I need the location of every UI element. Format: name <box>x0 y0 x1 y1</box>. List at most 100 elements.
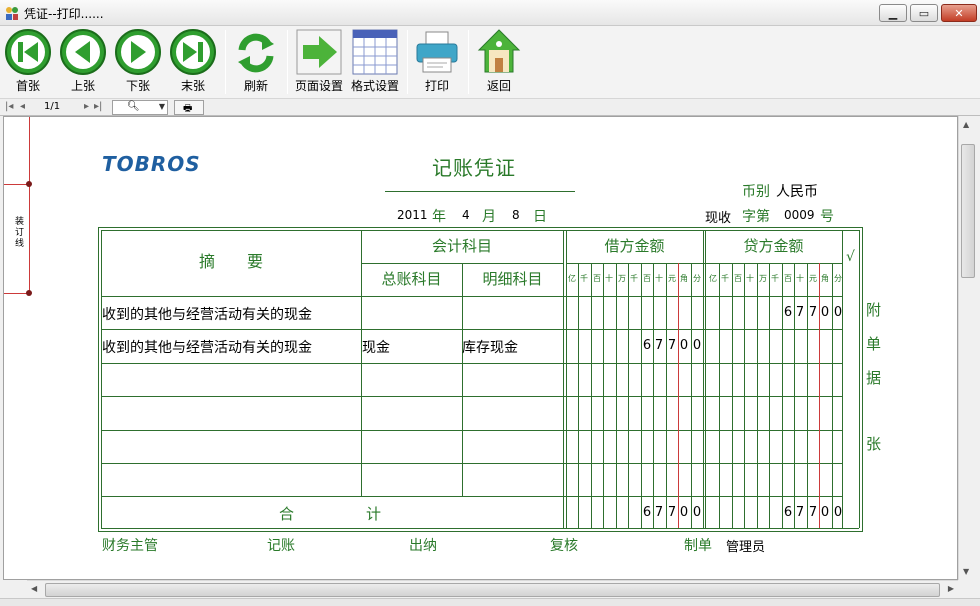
next-icon <box>115 29 161 75</box>
debit-digit-line <box>603 263 604 528</box>
debit-header: 借方金额 <box>604 237 665 255</box>
debit-unit-label: 十 <box>605 274 613 283</box>
total-label-2: 计 <box>366 505 382 524</box>
toolbar-separator <box>225 30 226 94</box>
maker-value: 管理员 <box>726 540 766 555</box>
credit-header: 贷方金额 <box>743 237 804 255</box>
debit-unit-label: 千 <box>580 274 588 283</box>
debit-digit-line <box>641 263 642 528</box>
horizontal-scrollbar[interactable]: ◀ ▶ <box>27 580 958 598</box>
table-line <box>101 396 842 398</box>
title-bar: 凭证--打印...... ▁ ▭ ✕ <box>0 0 980 26</box>
maximize-icon: ▭ <box>918 6 930 20</box>
total-debit-digit: 6 <box>642 505 652 521</box>
close-button[interactable]: ✕ <box>941 4 977 22</box>
maker-label: 制单 <box>684 538 712 554</box>
check-header: √ <box>846 249 855 265</box>
scroll-up-icon[interactable]: ▲ <box>963 120 969 129</box>
last-button[interactable]: 末张 <box>168 28 218 96</box>
prev-label: 上张 <box>70 79 95 93</box>
table-border <box>98 227 862 228</box>
first-label: 首张 <box>15 79 40 93</box>
close-icon: ✕ <box>954 6 964 20</box>
vertical-scrollbar[interactable]: ▲ ▼ <box>958 116 976 580</box>
debit-unit-label: 角 <box>680 274 688 283</box>
debit-digit-line <box>666 263 667 528</box>
horizontal-scroll-thumb[interactable] <box>45 583 940 597</box>
first-button[interactable]: 首张 <box>3 28 53 96</box>
last-page-icon[interactable]: ▸| <box>94 101 102 112</box>
debit-unit-label: 十 <box>655 274 663 283</box>
table-border <box>101 230 859 231</box>
prev-button[interactable]: 上张 <box>58 28 108 96</box>
total-credit-digit: 0 <box>833 505 843 521</box>
back-button[interactable]: 返回 <box>474 28 524 96</box>
row-debit-digit: 6 <box>642 338 652 354</box>
credit-digit-line <box>769 263 770 528</box>
scroll-down-icon[interactable]: ▼ <box>963 567 969 576</box>
debit-unit-label: 百 <box>643 274 651 283</box>
row-detail-account: 库存现金 <box>462 340 518 357</box>
debit-unit-label: 千 <box>630 274 638 283</box>
voucher-preview-page: 装订线 TOBROS 记账凭证 币别 人民币 2011 年 4 月 8 日 现收… <box>3 116 958 580</box>
chevron-down-icon: ▼ <box>158 102 165 111</box>
credit-digit-line <box>782 263 783 528</box>
refresh-button[interactable]: 刷新 <box>231 28 281 96</box>
credit-unit-label: 亿 <box>709 274 717 283</box>
total-credit-digit: 7 <box>808 505 818 521</box>
debit-digit-line <box>578 263 579 528</box>
attach-label-3: 据 <box>866 369 882 387</box>
credit-unit-label: 百 <box>734 274 742 283</box>
next-button[interactable]: 下张 <box>113 28 163 96</box>
table-border <box>101 528 859 529</box>
quick-print-button[interactable]: 🖶 <box>174 100 204 115</box>
credit-digit-line <box>794 263 795 528</box>
print-button[interactable]: 打印 <box>412 28 462 96</box>
prev-page-icon[interactable]: ◂ <box>20 101 25 112</box>
bookkeeping-label: 记账 <box>267 538 295 554</box>
zoom-magnifier-icon: 🔍︎ <box>127 101 140 112</box>
row-debit-digit: 0 <box>679 338 689 354</box>
credit-unit-label: 万 <box>759 274 767 283</box>
credit-digit-line <box>744 263 745 528</box>
total-debit-digit: 0 <box>679 505 689 521</box>
general-account-header: 总账科目 <box>381 270 442 288</box>
debit-digit-line <box>691 263 692 528</box>
credit-digit-line <box>819 263 820 528</box>
credit-unit-label: 元 <box>809 274 817 283</box>
home-icon <box>477 29 521 73</box>
status-bar <box>0 598 980 606</box>
page-setup-button[interactable]: 页面设置 <box>292 28 346 96</box>
minimize-icon: ▁ <box>888 6 898 20</box>
toolbar-separator <box>287 30 288 94</box>
total-label-1: 合 <box>279 505 295 524</box>
table-line <box>101 329 842 331</box>
minimize-button[interactable]: ▁ <box>879 4 907 22</box>
zoom-select[interactable]: 🔍︎ ▼ <box>112 100 168 115</box>
maximize-button[interactable]: ▭ <box>910 4 938 22</box>
scroll-corner <box>0 580 27 598</box>
cashier-label: 出纳 <box>409 538 437 554</box>
row-summary: 收到的其他与经营活动有关的现金 <box>102 307 312 323</box>
detail-account-header: 明细科目 <box>482 270 543 288</box>
first-page-icon[interactable]: |◂ <box>5 101 13 112</box>
printer-icon <box>416 31 458 73</box>
table-line <box>361 263 563 264</box>
app-icon <box>6 7 18 20</box>
table-line <box>703 230 704 528</box>
back-label: 返回 <box>486 79 511 93</box>
next-page-icon[interactable]: ▸ <box>84 101 89 112</box>
row-debit-digit: 0 <box>692 338 702 354</box>
credit-unit-label: 十 <box>746 274 754 283</box>
table-line <box>101 463 842 464</box>
table-line <box>566 263 842 264</box>
scroll-right-icon[interactable]: ▶ <box>948 584 954 593</box>
scroll-left-icon[interactable]: ◀ <box>31 584 37 593</box>
vertical-scroll-thumb[interactable] <box>961 144 975 278</box>
total-credit-digit: 7 <box>795 505 805 521</box>
total-debit-digit: 0 <box>692 505 702 521</box>
table-border <box>98 531 862 532</box>
voucher-table: 亿千百十万千百十元角分亿千百十万千百十元角分摘 要会计科目 总账科目 明细科目 借方金… <box>4 117 957 579</box>
format-setup-button[interactable]: 格式设置 <box>348 28 402 96</box>
debit-unit-label: 万 <box>618 274 626 283</box>
